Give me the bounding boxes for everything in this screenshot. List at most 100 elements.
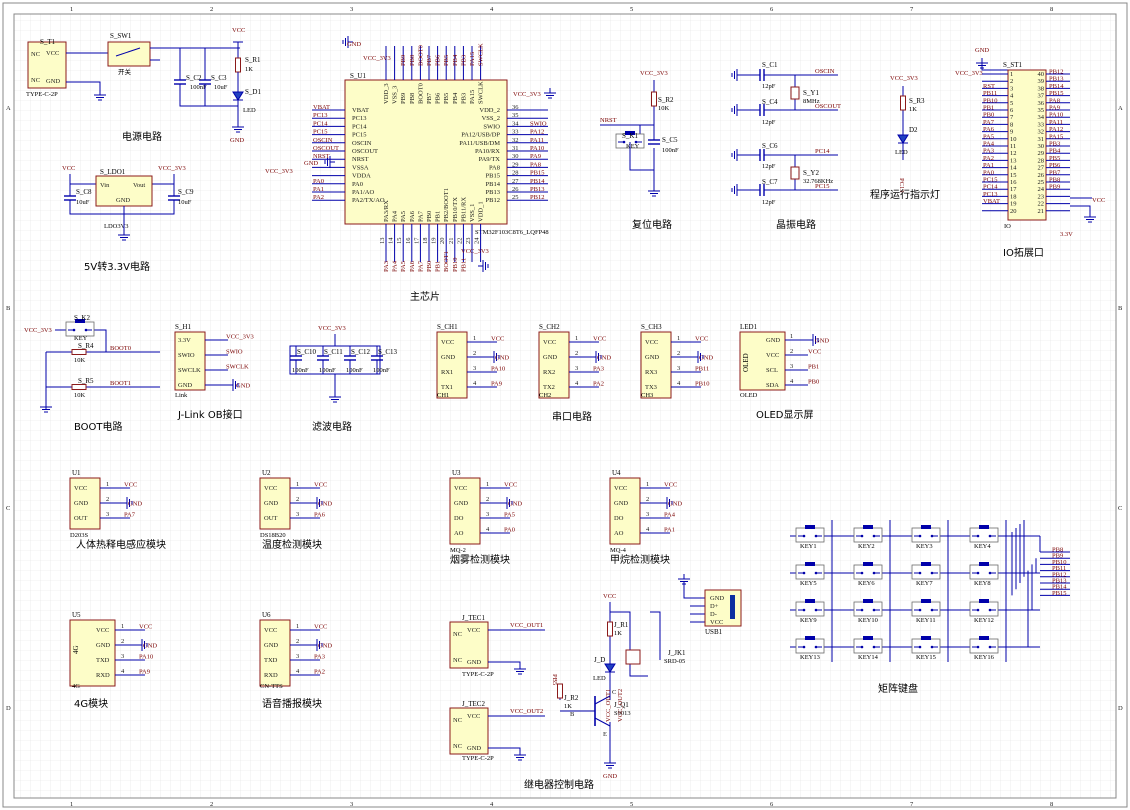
oled-net: GND (815, 338, 829, 345)
pin-label: RX2 (543, 369, 555, 376)
svg-text:VCC: VCC (467, 713, 480, 720)
svg-text:J_R2: J_R2 (564, 694, 579, 702)
svg-text:12pF: 12pF (762, 163, 776, 170)
jlink-pin-label: 3.3V (178, 337, 191, 344)
net-label: PA9 (491, 381, 502, 388)
mcu-net: OSCOUT (313, 145, 339, 152)
svg-text:1K: 1K (614, 630, 622, 637)
pin-number: 2 (575, 350, 578, 357)
svg-text:VCC_3V3: VCC_3V3 (158, 165, 186, 172)
mcu-pin-label: PA4 (392, 210, 399, 222)
pin-label: RXD (96, 672, 110, 679)
mcu-net: SWIO (530, 120, 547, 127)
pin-number: 1 (296, 623, 299, 630)
svg-text:BOOT0: BOOT0 (110, 345, 131, 352)
pin-label: VCC (543, 339, 556, 346)
io-left-net: PC13 (983, 191, 997, 198)
title-filter: 滤波电路 (312, 420, 352, 433)
mcu-net: PB7 (426, 54, 433, 66)
schematic-sheet: 1122334455667788A AB BC CD D NC VCC NC GND S… (0, 0, 1130, 810)
mcu-pin-label: PA11/USB/DM (459, 140, 500, 147)
mcu-pin-label: PB5 (443, 93, 450, 104)
io-pin-number: 10 (1010, 136, 1017, 143)
io-pin-number: 36 (1038, 100, 1045, 107)
title-mcu: 主芯片 (410, 290, 440, 303)
svg-text:VCC_3V3: VCC_3V3 (461, 248, 489, 255)
net-label: PB11 (695, 366, 709, 373)
io-left-net: PB10 (983, 97, 997, 104)
svg-text:PB5: PB5 (551, 674, 558, 685)
mcu-pin-label: PB6 (435, 92, 442, 104)
io-left-net: PA2 (983, 155, 994, 162)
cap-value: 100nF (346, 367, 363, 374)
keypad-key-label: KEY4 (974, 543, 991, 550)
pin-number: 2 (486, 496, 489, 503)
oled-net: PB0 (808, 379, 819, 386)
mcu-pin-label: PB2/BOOT1 (443, 188, 450, 222)
mcu-pin-label: PB8 (409, 93, 416, 104)
net-label: VCC (139, 624, 152, 631)
frame-col-label: 1 (70, 801, 73, 808)
svg-text:OLED: OLED (742, 353, 750, 372)
svg-text:KEY: KEY (74, 335, 88, 342)
pin-number: 2 (296, 496, 299, 503)
io-pin-number: 20 (1010, 208, 1017, 215)
pin-number: 3 (473, 365, 476, 372)
net-label: VCC (664, 482, 677, 489)
io-pin-number: 28 (1038, 157, 1045, 164)
cap-ref: S_C10 (297, 348, 317, 356)
net-label: PA6 (314, 512, 326, 519)
mcu-pin-label: PA9/TX (479, 156, 501, 163)
svg-text:GND: GND (603, 773, 617, 780)
pin-number: 2 (677, 350, 680, 357)
svg-text:VCC_3V3: VCC_3V3 (640, 70, 668, 77)
net-label: GND (699, 355, 713, 362)
svg-text:VCC_3V3: VCC_3V3 (363, 55, 391, 62)
svg-text:S_SW1: S_SW1 (110, 32, 132, 40)
net-label: GND (143, 643, 157, 650)
net-label: PA7 (124, 512, 136, 519)
title-indicator: 程序运行指示灯 (870, 188, 940, 201)
svg-text:1K: 1K (909, 106, 917, 113)
net-label: PA3 (593, 366, 604, 373)
svg-text:S_H1: S_H1 (175, 323, 191, 331)
svg-text:LED1: LED1 (740, 323, 758, 331)
mcu-net: PA1 (313, 186, 324, 193)
mcu-pin-number: 14 (388, 237, 395, 244)
pin-label: RX3 (645, 369, 657, 376)
pin-number: 1 (486, 481, 489, 488)
svg-text:S_R3: S_R3 (909, 97, 925, 105)
sensor-part: D203S (70, 532, 88, 539)
svg-text:NRST: NRST (600, 117, 617, 124)
io-right-net: PB4 (1049, 148, 1061, 155)
svg-text:10uF: 10uF (214, 84, 228, 91)
keypad-key-label: KEY8 (974, 580, 991, 587)
io-right-net: PB13 (1049, 76, 1063, 83)
cap-ref: S_C13 (378, 348, 398, 356)
pin-label: RXD (264, 672, 278, 679)
title-jlink: J-Link OB接口 (177, 408, 243, 421)
io-pin-number: 15 (1010, 172, 1017, 179)
mcu-net: PA7 (417, 260, 424, 272)
pin-number: 1 (677, 335, 680, 342)
pin-number: 3 (575, 365, 578, 372)
mcu-pin-label: PA6 (409, 210, 416, 222)
keypad-key-label: KEY10 (858, 617, 878, 624)
uart-part: CH3 (641, 392, 653, 399)
title-reset: 复位电路 (632, 218, 672, 231)
pin-number: 3 (486, 511, 489, 518)
svg-text:D+: D+ (710, 603, 719, 610)
svg-text:VCC_3V3: VCC_3V3 (955, 70, 983, 77)
svg-text:VCC: VCC (603, 593, 616, 600)
svg-text:NC: NC (453, 657, 462, 664)
pin-label: RX1 (441, 369, 453, 376)
svg-text:E: E (603, 731, 607, 738)
svg-text:VCC: VCC (710, 619, 723, 626)
uart-ref: S_CH2 (539, 323, 560, 331)
svg-text:PC14: PC14 (815, 148, 830, 155)
frame-row-label: D (6, 705, 11, 712)
io-pin-number: 40 (1038, 71, 1045, 78)
svg-text:12pF: 12pF (762, 83, 776, 90)
jlink-pin-label: SWCLK (178, 367, 201, 374)
svg-text:S_K1: S_K1 (622, 132, 638, 140)
